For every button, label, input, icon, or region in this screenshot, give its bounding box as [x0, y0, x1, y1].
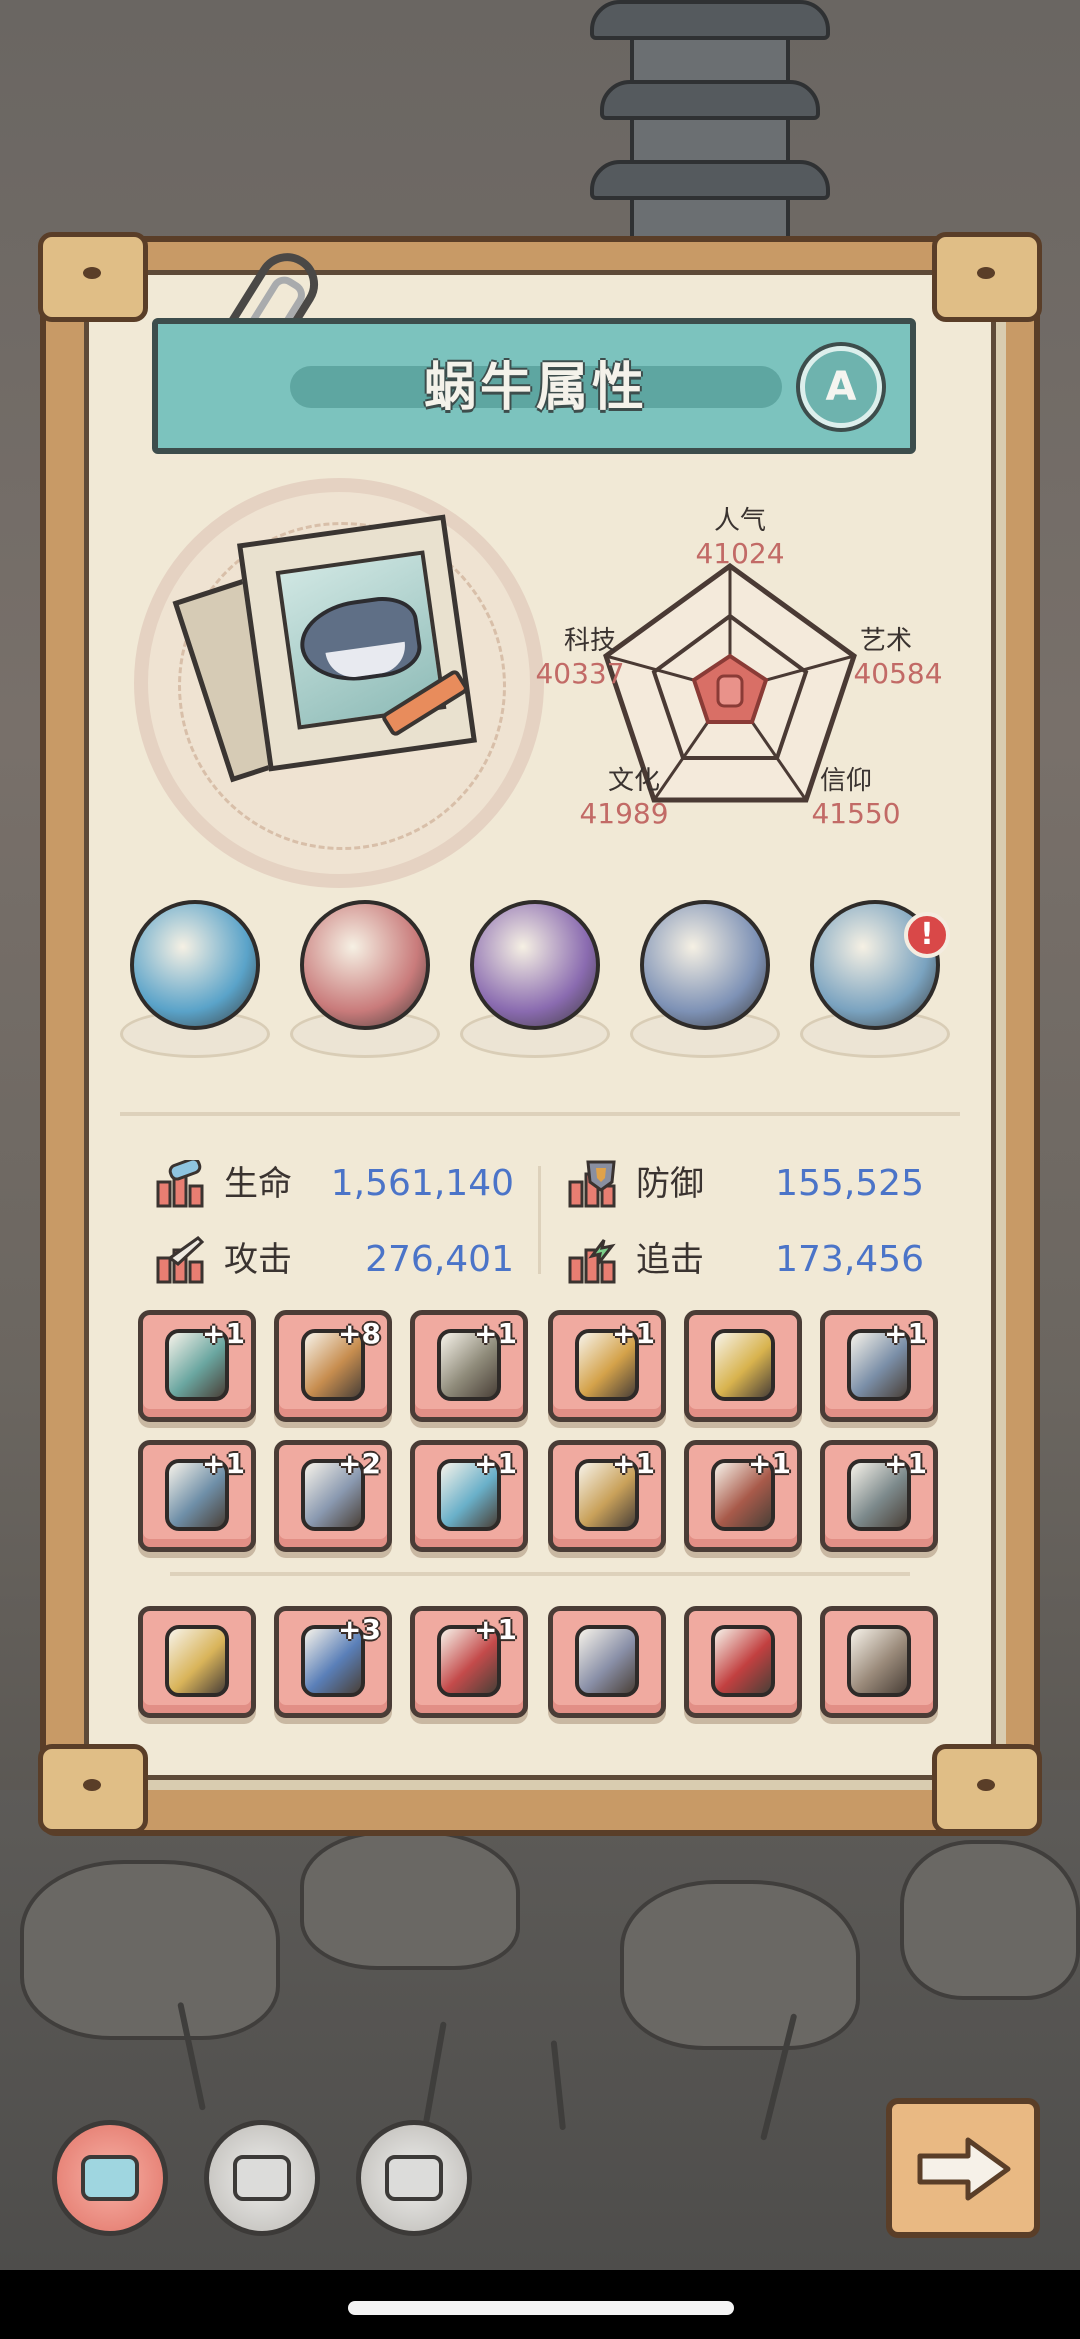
upgrade-level: +1: [202, 1317, 245, 1350]
equipment-slot[interactable]: [684, 1606, 802, 1718]
feather-staff-icon: [575, 1625, 639, 1697]
radar-label-art: 艺术: [859, 626, 912, 656]
puzzle-tab-icon: [385, 2155, 443, 2201]
rock: [300, 1830, 520, 1970]
attack-icon: [156, 1236, 205, 1284]
equipment-slot[interactable]: +1: [548, 1310, 666, 1422]
upgrade-level: +1: [474, 1317, 517, 1350]
rock: [20, 1860, 280, 2040]
scimitar-icon: [711, 1625, 775, 1697]
stat-hp: 生命 1,561,140: [156, 1154, 514, 1214]
equipment-slot[interactable]: +1: [138, 1310, 256, 1422]
stat-pursuit: 追击 173,456: [568, 1230, 924, 1290]
defense-icon: [568, 1160, 616, 1208]
page-title: 蜗牛属性: [423, 358, 648, 418]
grade-badge[interactable]: A: [800, 346, 882, 428]
upgrade-level: +8: [338, 1317, 381, 1350]
equipment-slot[interactable]: +1: [820, 1440, 938, 1552]
radar-label-culture: 文化: [607, 766, 660, 796]
equipment-slot[interactable]: +1: [138, 1440, 256, 1552]
upgrade-level: +2: [338, 1447, 381, 1480]
artifact-slot[interactable]: [120, 890, 270, 1070]
divider: [538, 1166, 541, 1274]
radar-label-popularity: 人气: [713, 506, 766, 536]
upgrade-level: +1: [612, 1447, 655, 1480]
equipment-slot[interactable]: [684, 1310, 802, 1422]
upgrade-level: +1: [202, 1447, 245, 1480]
ring-icon: [711, 1329, 775, 1401]
equipment-slot[interactable]: +1: [820, 1310, 938, 1422]
equipment-slot[interactable]: [138, 1606, 256, 1718]
radar-value-culture: 41989: [579, 797, 669, 830]
upgrade-level: +1: [884, 1447, 927, 1480]
pagoda-tower: [590, 0, 830, 260]
stat-value: 173,456: [775, 1239, 924, 1280]
divider: [170, 1572, 910, 1576]
snail-tab-icon: [81, 2155, 139, 2201]
nav-tab[interactable]: [204, 2120, 320, 2236]
equipment-slot[interactable]: +1: [410, 1606, 528, 1718]
stat-label: 生命: [224, 1164, 292, 1204]
fanged-mouth-icon: [300, 900, 430, 1030]
robot-tab-icon: [233, 2155, 291, 2201]
equipment-slot[interactable]: +2: [274, 1440, 392, 1552]
next-button[interactable]: [886, 2098, 1040, 2238]
equipment-slot[interactable]: +1: [548, 1440, 666, 1552]
radar-value-faith: 41550: [811, 797, 901, 830]
equipment-slot[interactable]: +3: [274, 1606, 392, 1718]
arrow-right-icon: [917, 2137, 1011, 2201]
stat-defense: 防御 155,525: [568, 1154, 924, 1214]
home-indicator[interactable]: [348, 2301, 734, 2315]
pursuit-icon: [568, 1239, 616, 1284]
upgrade-level: +1: [748, 1447, 791, 1480]
upgrade-level: +1: [474, 1447, 517, 1480]
nav-tab[interactable]: [356, 2120, 472, 2236]
upgrade-level: +1: [474, 1613, 517, 1646]
equipment-slot[interactable]: +1: [410, 1440, 528, 1552]
frame-corner: [38, 232, 148, 322]
artifact-slot[interactable]: [290, 890, 440, 1070]
equipment-slot[interactable]: +1: [410, 1310, 528, 1422]
radar-value-art: 40584: [853, 657, 943, 690]
radar-value-popularity: 41024: [695, 537, 785, 570]
cauldron-icon: [470, 900, 600, 1030]
stat-label: 攻击: [224, 1240, 292, 1280]
equipment-slot[interactable]: [548, 1606, 666, 1718]
spear-icon: [847, 1625, 911, 1697]
compass-icon: [640, 900, 770, 1030]
frame-corner: [932, 232, 1042, 322]
artifact-slot[interactable]: [630, 890, 780, 1070]
artifact-slot[interactable]: [460, 890, 610, 1070]
divider: [120, 1112, 960, 1116]
radar-label-faith: 信仰: [819, 766, 872, 796]
equipment-slot[interactable]: +8: [274, 1310, 392, 1422]
upgrade-level: +1: [612, 1317, 655, 1350]
equipment-slot[interactable]: +1: [684, 1440, 802, 1552]
stat-value: 155,525: [775, 1163, 924, 1204]
rock: [900, 1840, 1080, 2000]
frame-corner: [932, 1744, 1042, 1834]
rock: [620, 1880, 860, 2050]
radar-label-technology: 科技: [563, 626, 616, 656]
stat-label: 追击: [636, 1240, 704, 1280]
frame-corner: [38, 1744, 148, 1834]
sea-monster-icon: [130, 900, 260, 1030]
notification-badge: !: [904, 912, 950, 958]
upgrade-level: +1: [884, 1317, 927, 1350]
nav-tab[interactable]: [52, 2120, 168, 2236]
hp-icon: [156, 1160, 204, 1208]
radar-value-technology: 40337: [535, 657, 625, 690]
equipment-slot[interactable]: [820, 1606, 938, 1718]
stat-attack: 攻击 276,401: [156, 1230, 514, 1290]
stat-label: 防御: [636, 1164, 704, 1204]
upgrade-level: +3: [338, 1613, 381, 1646]
chest-icon: [165, 1625, 229, 1697]
stat-value: 276,401: [365, 1239, 514, 1280]
stat-value: 1,561,140: [330, 1163, 514, 1204]
